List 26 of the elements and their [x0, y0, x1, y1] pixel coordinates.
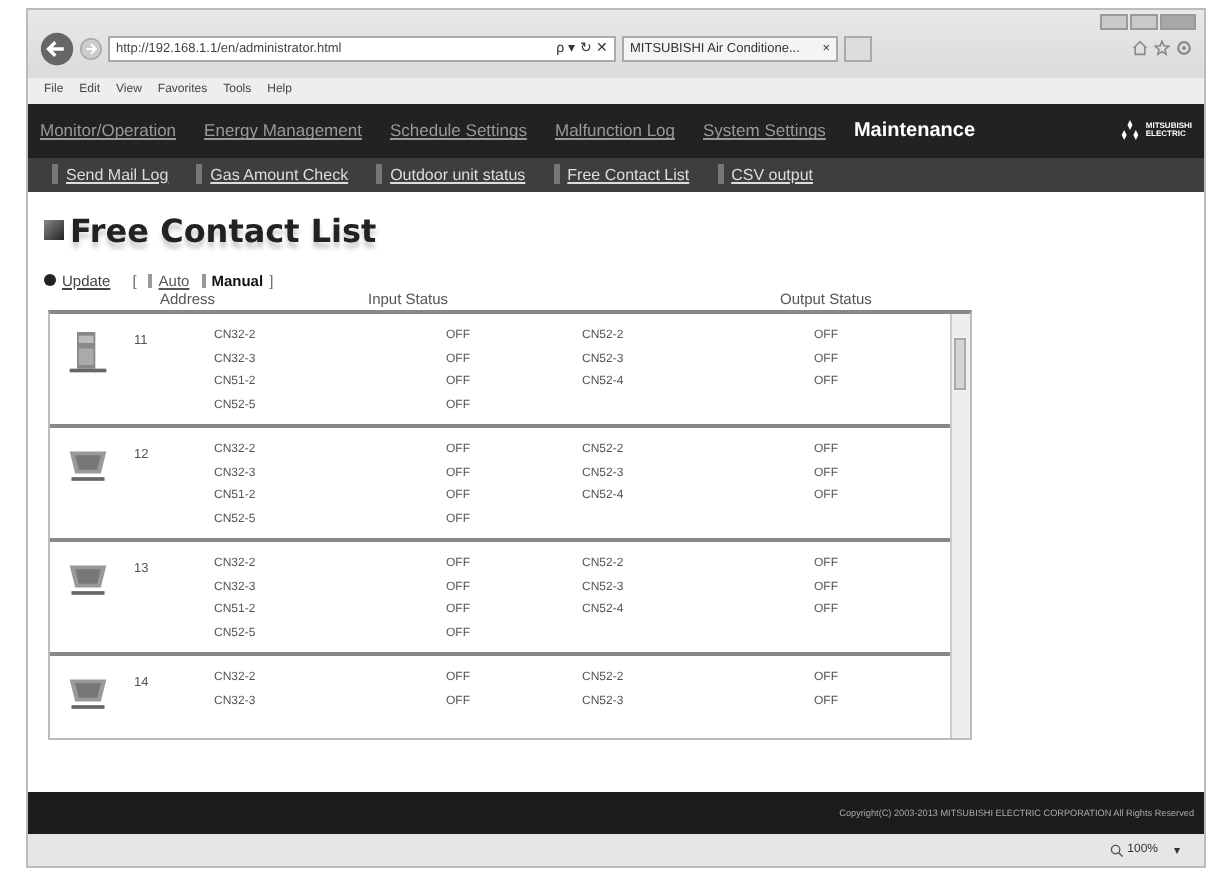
star-icon[interactable]: [1154, 40, 1170, 56]
nav-tab[interactable]: Malfunction Log: [555, 120, 676, 141]
sub-nav-link[interactable]: Gas Amount Check: [210, 165, 349, 184]
diamonds-logo-icon: [1117, 120, 1142, 141]
nav-tab[interactable]: Schedule Settings: [389, 120, 527, 141]
bullet-icon: [44, 274, 56, 287]
nav-tab[interactable]: Monitor/Operation: [40, 120, 177, 141]
forward-arrow-icon[interactable]: [80, 37, 102, 59]
scrollbar[interactable]: [950, 313, 970, 738]
sub-nav-link[interactable]: Send Mail Log: [66, 165, 169, 184]
nav-tab[interactable]: Maintenance: [853, 119, 976, 142]
nav-tab[interactable]: Energy Management: [204, 120, 362, 141]
minimize-button[interactable]: [1100, 14, 1128, 30]
square-icon: [44, 220, 64, 241]
sub-nav-link[interactable]: Outdoor unit status: [390, 165, 526, 184]
page-title: Free Contact List: [70, 211, 377, 250]
new-tab-button[interactable]: [844, 35, 872, 61]
sub-nav-link[interactable]: CSV output: [731, 165, 814, 184]
close-button[interactable]: [1160, 14, 1196, 30]
magnifier-icon: [1109, 843, 1124, 858]
nav-tab[interactable]: System Settings: [703, 120, 826, 141]
sub-nav-link[interactable]: Free Contact List: [567, 165, 690, 184]
maximize-button[interactable]: [1130, 14, 1158, 30]
home-icon[interactable]: [1132, 40, 1148, 56]
settings-icon[interactable]: [1176, 40, 1192, 56]
floor-unit-icon: [66, 329, 110, 378]
